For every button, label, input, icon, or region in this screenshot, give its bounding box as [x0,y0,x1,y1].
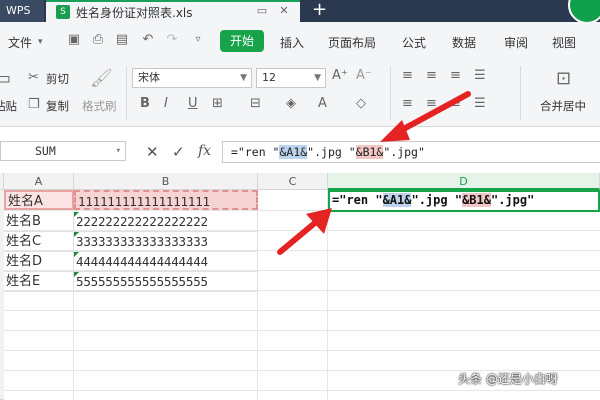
watermark: 头条 @还是小白呀 [458,372,558,386]
arrow-to-formula-bar [380,91,471,142]
arrow-to-cell-d1 [277,208,332,255]
annotation-arrows [277,91,471,255]
